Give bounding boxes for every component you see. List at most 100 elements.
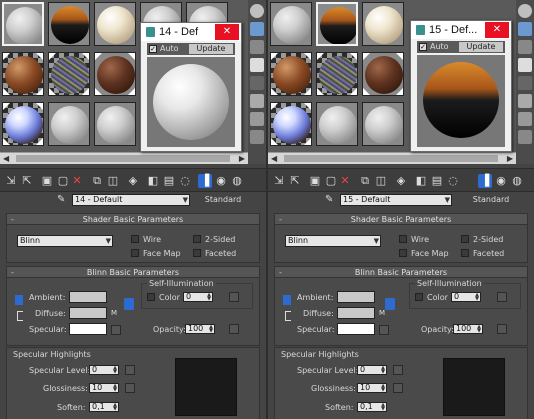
scroll-thumb[interactable] xyxy=(284,155,498,162)
go-forward-icon[interactable]: ◉ xyxy=(494,174,508,188)
sample-slot[interactable] xyxy=(94,52,136,96)
delete-icon[interactable]: ✕ xyxy=(338,174,352,188)
sample-type-icon[interactable] xyxy=(518,4,532,18)
make-unique-icon[interactable]: ⧉ xyxy=(90,174,104,188)
select-by-material-icon[interactable] xyxy=(518,130,532,144)
show-background-icon[interactable]: ▐ xyxy=(198,174,212,188)
spinner-arrows-icon[interactable]: ▲ ▼ xyxy=(381,384,385,393)
opacity-spinner[interactable]: 100 ▲ ▼ xyxy=(453,324,483,334)
video-check-icon[interactable] xyxy=(518,76,532,90)
glossiness-map-button[interactable] xyxy=(393,383,403,393)
assign-to-selection-icon[interactable]: ▣ xyxy=(308,174,322,188)
options-icon[interactable] xyxy=(518,112,532,126)
sample-slot[interactable] xyxy=(316,102,358,146)
magnify-titlebar[interactable]: 15 - Def... ✕ xyxy=(411,21,511,39)
sample-slot[interactable] xyxy=(2,102,44,146)
sample-slot[interactable] xyxy=(94,102,136,146)
show-background-icon[interactable]: ▐ xyxy=(478,174,492,188)
magnify-titlebar[interactable]: 14 - Def ✕ xyxy=(141,23,241,41)
collapse-icon[interactable]: - xyxy=(11,214,14,225)
opacity-map-button[interactable] xyxy=(229,324,239,334)
show-end-result-icon[interactable]: ▤ xyxy=(430,174,444,188)
glossiness-spinner[interactable]: 10 ▲ ▼ xyxy=(89,383,119,393)
rollout-header[interactable]: - Blinn Basic Parameters xyxy=(7,267,259,278)
sample-type-icon[interactable] xyxy=(250,4,264,18)
self-illum-color-checkbox[interactable] xyxy=(147,293,155,301)
self-illum-spinner[interactable]: 0 ▲ ▼ xyxy=(183,292,213,302)
sample-slot[interactable] xyxy=(270,52,312,96)
eyedropper-icon[interactable]: ✎ xyxy=(57,194,65,205)
sample-slot[interactable] xyxy=(48,102,90,146)
lock-ambient-diffuse-icon[interactable] xyxy=(283,295,291,305)
go-forward-icon[interactable]: ◉ xyxy=(214,174,228,188)
chevron-down-icon[interactable]: ▼ xyxy=(445,195,450,205)
face-map-checkbox[interactable] xyxy=(399,249,407,257)
specular-color-swatch[interactable] xyxy=(337,323,375,335)
scroll-left-icon[interactable]: ◀ xyxy=(271,154,277,163)
pick-from-object-icon[interactable]: ◍ xyxy=(230,174,244,188)
show-end-result-icon[interactable]: ▤ xyxy=(162,174,176,188)
make-unique-icon[interactable]: ⧉ xyxy=(358,174,372,188)
sample-slot[interactable] xyxy=(362,2,404,46)
backlight-icon[interactable] xyxy=(250,22,264,36)
show-map-icon[interactable]: ◧ xyxy=(414,174,428,188)
collapse-icon[interactable]: - xyxy=(279,267,282,278)
self-illum-spinner[interactable]: 0 ▲ ▼ xyxy=(451,292,481,302)
material-type-button[interactable]: Standard xyxy=(194,194,252,206)
spinner-arrows-icon[interactable]: ▲ ▼ xyxy=(209,325,213,334)
close-icon[interactable]: ✕ xyxy=(215,24,239,40)
auto-checkbox[interactable]: ✓ xyxy=(149,45,157,53)
slots-scrollbar[interactable]: ◀ ▶ xyxy=(268,152,516,164)
material-id-icon[interactable]: ◈ xyxy=(394,174,408,188)
uv-tiling-icon[interactable] xyxy=(250,58,264,72)
rollout-header[interactable]: - Shader Basic Parameters xyxy=(275,214,527,225)
pick-from-object-icon[interactable]: ◍ xyxy=(510,174,524,188)
diffuse-map-button[interactable]: M xyxy=(111,309,117,317)
opacity-spinner[interactable]: 100 ▲ ▼ xyxy=(185,324,215,334)
update-button[interactable]: Update xyxy=(189,44,233,54)
make-preview-icon[interactable] xyxy=(518,94,532,108)
ambient-color-swatch[interactable] xyxy=(337,291,375,303)
specular-map-button[interactable] xyxy=(111,325,121,335)
spinner-arrows-icon[interactable]: ▲ ▼ xyxy=(475,293,479,302)
diffuse-map-button[interactable]: M xyxy=(379,309,385,317)
uv-tiling-icon[interactable] xyxy=(518,58,532,72)
sample-slot[interactable] xyxy=(362,52,404,96)
sample-slot[interactable] xyxy=(48,52,90,96)
two-sided-checkbox[interactable] xyxy=(461,235,469,243)
shader-type-select[interactable]: Blinn ▼ xyxy=(285,235,381,247)
spinner-arrows-icon[interactable]: ▲ ▼ xyxy=(113,366,117,375)
wire-checkbox[interactable] xyxy=(131,235,139,243)
backlight-icon[interactable] xyxy=(518,22,532,36)
material-name-field[interactable]: 14 - Default ▼ xyxy=(72,194,190,206)
scroll-right-icon[interactable]: ▶ xyxy=(507,154,513,163)
specular-color-swatch[interactable] xyxy=(69,323,107,335)
two-sided-checkbox[interactable] xyxy=(193,235,201,243)
sample-slot[interactable] xyxy=(270,2,312,46)
close-icon[interactable]: ✕ xyxy=(485,22,509,38)
lock-icon[interactable] xyxy=(385,298,395,310)
specular-level-map-button[interactable] xyxy=(125,365,135,375)
lock-icon[interactable] xyxy=(124,298,134,310)
lock-diffuse-specular-icon[interactable] xyxy=(285,311,291,321)
material-type-button[interactable]: Standard xyxy=(462,194,520,206)
diffuse-color-swatch[interactable] xyxy=(337,307,375,319)
material-id-icon[interactable]: ◈ xyxy=(126,174,140,188)
rollout-header[interactable]: - Blinn Basic Parameters xyxy=(275,267,527,278)
sample-slot[interactable] xyxy=(362,102,404,146)
assign-to-selection-icon[interactable]: ▣ xyxy=(40,174,54,188)
sample-slot[interactable] xyxy=(316,2,358,46)
self-illum-map-button[interactable] xyxy=(497,292,507,302)
chevron-down-icon[interactable]: ▼ xyxy=(183,195,188,205)
sample-slot[interactable] xyxy=(2,52,44,96)
background-icon[interactable] xyxy=(250,40,264,54)
delete-icon[interactable]: ✕ xyxy=(70,174,84,188)
spinner-arrows-icon[interactable]: ▲ ▼ xyxy=(207,293,211,302)
background-icon[interactable] xyxy=(518,40,532,54)
faceted-checkbox[interactable] xyxy=(461,249,469,257)
ambient-color-swatch[interactable] xyxy=(69,291,107,303)
chevron-down-icon[interactable]: ▼ xyxy=(374,236,379,246)
lock-ambient-diffuse-icon[interactable] xyxy=(15,295,23,305)
specular-level-spinner[interactable]: 0 ▲ ▼ xyxy=(357,365,387,375)
self-illum-map-button[interactable] xyxy=(229,292,239,302)
